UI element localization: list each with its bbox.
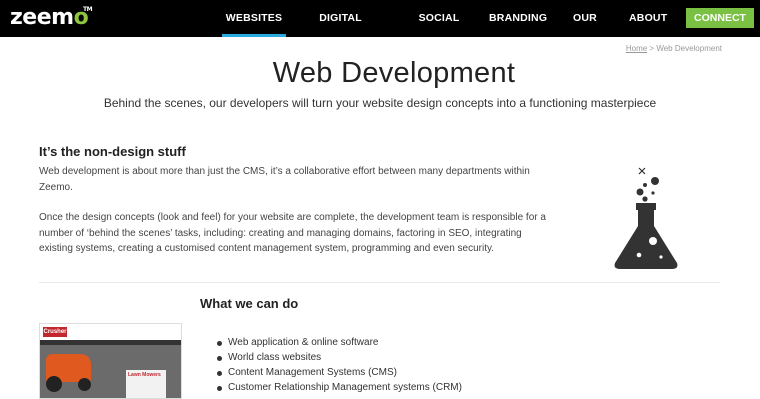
- paragraph-line: Web development is about more than just …: [39, 166, 530, 177]
- connect-button[interactable]: CONNECT: [686, 8, 754, 28]
- paragraph-line: number of ‘behind the scenes’ tasks, inc…: [39, 227, 522, 239]
- paragraph-line: Once the design concepts (look and feel)…: [39, 212, 546, 223]
- nav-item-our-work[interactable]: OUR WORK: [558, 0, 612, 61]
- paragraph-line: existing systems, creating a customised …: [39, 243, 495, 254]
- paragraph-line: Zeemo.: [39, 181, 73, 193]
- nav-item-social-media[interactable]: SOCIAL MEDIA: [403, 0, 475, 61]
- services-list: Web application & online software World …: [217, 335, 462, 395]
- list-item: Customer Relationship Management systems…: [217, 380, 462, 395]
- thumbnail-logo: Crusher: [43, 327, 67, 337]
- page-subtitle: Behind the scenes, our developers will t…: [103, 96, 657, 110]
- nav-item-branding[interactable]: BRANDING: [489, 0, 547, 37]
- section-heading-non-design: It’s the non-design stuff: [39, 144, 186, 159]
- list-item: Web application & online software: [217, 335, 462, 350]
- mower-wheel: [78, 378, 91, 391]
- breadcrumb: Home > Web Development: [626, 44, 722, 53]
- nav-item-digital-marketing[interactable]: DIGITAL MARKETING: [292, 0, 389, 61]
- logo-trademark: TM: [83, 6, 93, 13]
- section-divider: [39, 282, 720, 283]
- breadcrumb-current: Web Development: [656, 44, 722, 53]
- list-item: Content Management Systems (CMS): [217, 365, 462, 380]
- thumbnail-label: Lawn Mowers: [128, 372, 161, 378]
- page-title: Web Development: [272, 57, 516, 89]
- list-item: World class websites: [217, 350, 462, 365]
- paragraph-development: Once the design concepts (look and feel)…: [39, 210, 546, 257]
- top-nav-bar: zeemo TM WEBSITES DIGITAL MARKETING SOCI…: [0, 0, 760, 61]
- section-heading-what-we-do: What we can do: [200, 296, 299, 311]
- zeemo-logo[interactable]: zeemo TM: [10, 5, 93, 31]
- nav-item-about[interactable]: ABOUT: [629, 0, 667, 37]
- portfolio-screenshot-thumbnail[interactable]: Crusher Lawn Mowers: [39, 323, 182, 399]
- logo-text: zeem: [10, 5, 74, 30]
- paragraph-intro: Web development is about more than just …: [39, 164, 530, 195]
- breadcrumb-home-link[interactable]: Home: [626, 44, 647, 53]
- flask-icon: [614, 167, 678, 269]
- mower-wheel: [46, 376, 62, 392]
- nav-item-websites[interactable]: WEBSITES: [222, 0, 286, 37]
- breadcrumb-separator: >: [649, 44, 655, 53]
